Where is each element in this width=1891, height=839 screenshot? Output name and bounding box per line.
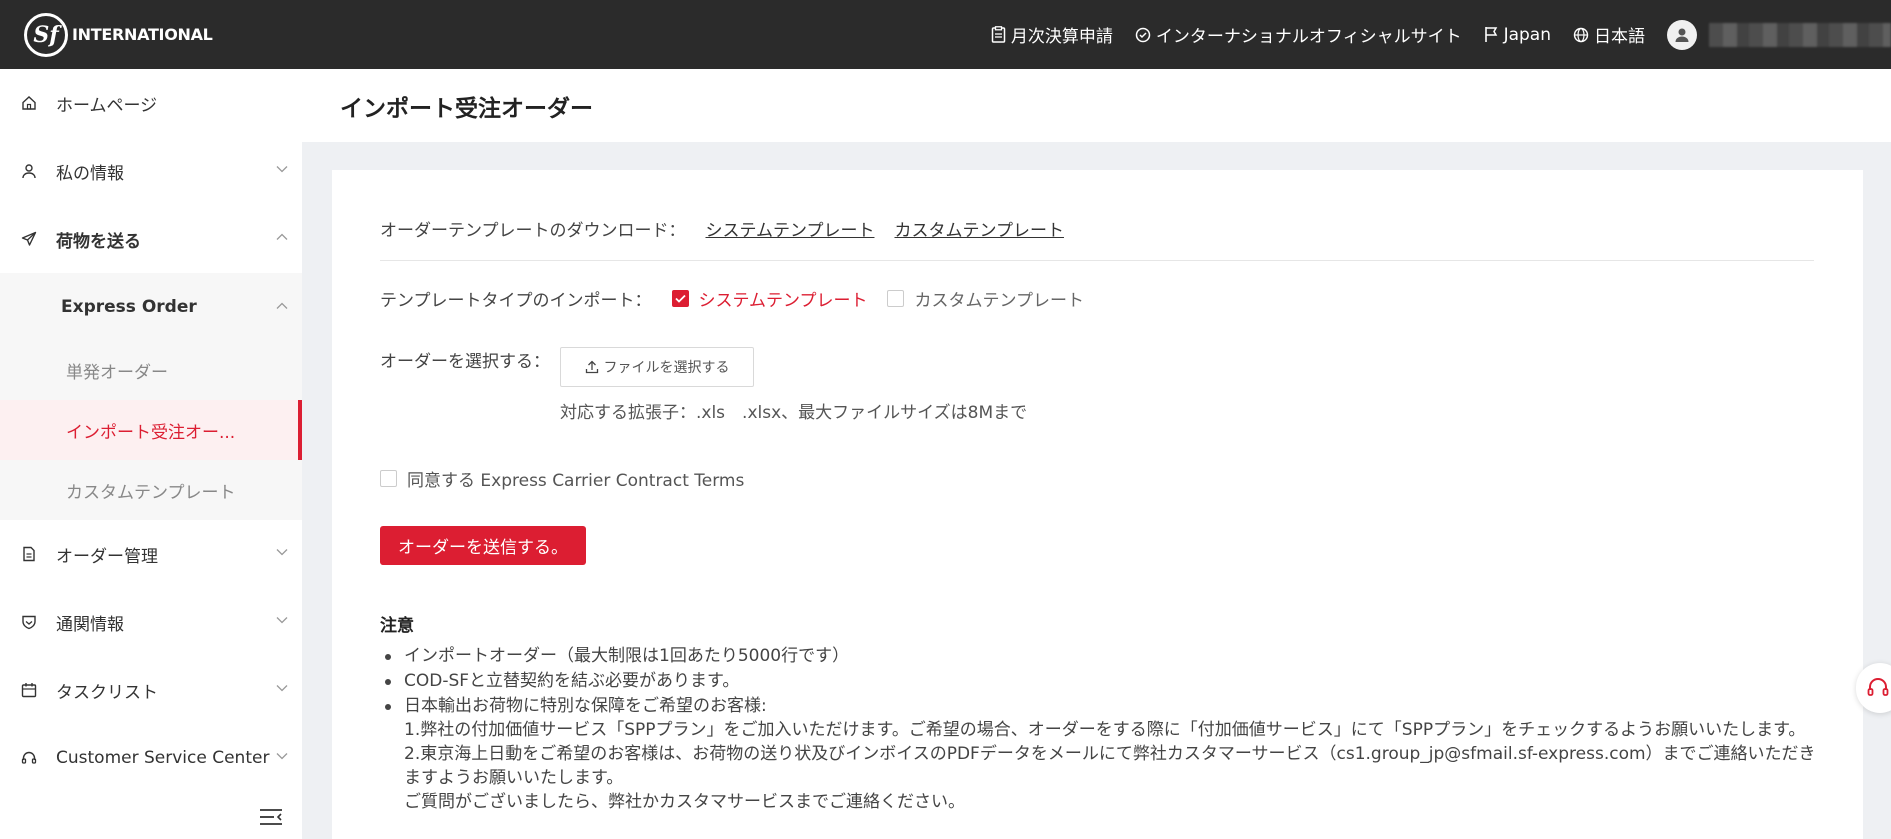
region-label: Japan [1503, 24, 1551, 45]
choose-file-label: ファイルを選択する [603, 360, 730, 376]
shield-check-icon [1135, 27, 1151, 42]
language-selector[interactable]: 日本語 [1573, 22, 1645, 47]
person-icon [20, 162, 38, 180]
sidebar-item-label: 単発オーダー [66, 362, 168, 383]
submit-order-button[interactable]: オーダーを送信する。 [380, 526, 586, 565]
language-label: 日本語 [1594, 27, 1645, 47]
note-item: インポートオーダー（最大制限は1回あたり5000行です） [380, 644, 1820, 668]
sidebar-item-express-order[interactable]: Express Order [0, 273, 302, 340]
document-icon [20, 545, 38, 563]
notes-title: 注意 [380, 616, 414, 636]
globe-icon [1573, 27, 1589, 42]
region-selector[interactable]: Japan [1484, 25, 1551, 45]
collapse-menu-icon[interactable] [258, 807, 284, 827]
top-nav: 月次決算申請 インターナショナルオフィシャルサイト Japan 日本語 [991, 0, 1891, 69]
sidebar-item-label: ホームページ [56, 95, 158, 116]
agree-terms-row[interactable]: 同意する Express Carrier Contract Terms [380, 466, 744, 491]
user-icon [1675, 28, 1689, 42]
page-title: インポート受注オーダー [302, 69, 1891, 142]
sf-logo[interactable]: Sf INTERNATIONAL [24, 12, 213, 57]
note-item: COD-SFと立替契約を結ぶ必要があります。 [380, 669, 1820, 693]
intl-site-label: インターナショナルオフィシャルサイト [1155, 27, 1462, 47]
download-custom-template-link[interactable]: カスタムテンプレート [894, 216, 1064, 241]
monthly-settlement-link[interactable]: 月次決算申請 [991, 22, 1113, 47]
clipboard-icon [991, 26, 1006, 43]
agree-terms-label: 同意する Express Carrier Contract Terms [407, 471, 745, 491]
chevron-down-icon [276, 549, 288, 556]
intl-site-link[interactable]: インターナショナルオフィシャルサイト [1135, 22, 1462, 47]
agree-terms-checkbox[interactable] [380, 470, 397, 487]
chevron-down-icon [276, 753, 288, 760]
send-icon [20, 230, 38, 248]
sidebar-item-cs-center[interactable]: Customer Service Center [0, 724, 302, 792]
chevron-down-icon [276, 685, 288, 692]
select-order-label: オーダーを選択する： [380, 352, 550, 372]
check-icon [674, 294, 686, 303]
sidebar-item-single-order[interactable]: 単発オーダー [0, 340, 302, 400]
sidebar-item-label: タスクリスト [56, 682, 158, 703]
note-text: COD-SFと立替契約を結ぶ必要があります。 [404, 671, 740, 691]
sidebar-item-home[interactable]: ホームページ [0, 69, 302, 137]
logo-text: INTERNATIONAL [72, 25, 213, 44]
sidebar-item-import-order[interactable]: インポート受注オー... [0, 400, 302, 460]
sidebar: ホームページ 私の情報 荷物を送る Express Order 単発オーダー イ… [0, 69, 302, 839]
file-extension-hint: 対応する拡張子：.xls .xlsx、最大ファイルサイズは8Mまで [560, 403, 1028, 423]
sidebar-item-send[interactable]: 荷物を送る [0, 205, 302, 273]
calendar-icon [20, 681, 38, 699]
top-bar: Sf INTERNATIONAL 月次決算申請 インターナショナルオフィシャルサ… [0, 0, 1891, 69]
note-text: ご質問がございましたら、弊社かカスタマサービスまでご連絡ください。 [404, 792, 965, 812]
sidebar-item-label: オーダー管理 [56, 546, 158, 567]
flag-icon [1484, 27, 1497, 42]
import-form-card: オーダーテンプレートのダウンロード： システムテンプレート カスタムテンプレート… [332, 170, 1863, 839]
note-text: インポートオーダー（最大制限は1回あたり5000行です） [404, 646, 850, 666]
system-template-option[interactable]: システムテンプレート [699, 286, 868, 311]
sidebar-item-label: 通関情報 [56, 614, 124, 635]
custom-template-option[interactable]: カスタムテンプレート [914, 286, 1084, 311]
sidebar-item-label: 私の情報 [56, 163, 124, 184]
chevron-up-icon [276, 233, 288, 240]
choose-file-button[interactable]: ファイルを選択する [560, 347, 754, 387]
sidebar-item-customs[interactable]: 通関情報 [0, 588, 302, 656]
custom-template-checkbox[interactable] [887, 290, 905, 307]
send-submenu: Express Order 単発オーダー インポート受注オー... カスタムテン… [0, 273, 302, 520]
note-text: 1.弊社の付加価値サービス「SPPプラン」をご加入いただけます。ご希望の場合、オ… [404, 720, 1806, 740]
template-type-label: テンプレートタイプのインポート： [380, 291, 652, 311]
divider [380, 260, 1814, 261]
monthly-label: 月次決算申請 [1010, 27, 1113, 47]
sidebar-item-custom-template[interactable]: カスタムテンプレート [0, 460, 302, 520]
sidebar-item-tasks[interactable]: タスクリスト [0, 656, 302, 724]
download-label: オーダーテンプレートのダウンロード： [380, 221, 686, 241]
template-download-row: オーダーテンプレートのダウンロード： システムテンプレート カスタムテンプレート [380, 216, 1064, 241]
user-name-redacted[interactable] [1709, 22, 1891, 47]
sidebar-item-label: カスタムテンプレート [66, 482, 236, 503]
notes-list: インポートオーダー（最大制限は1回あたり5000行です） COD-SFと立替契約… [380, 644, 1820, 815]
logo-mark: Sf [24, 12, 68, 57]
shield-icon [20, 613, 38, 631]
note-item: 日本輸出お荷物に特別な保障をご希望のお客様: 1.弊社の付加価値サービス「SPP… [380, 694, 1820, 814]
note-text: 日本輸出お荷物に特別な保障をご希望のお客様: [404, 696, 767, 716]
chevron-down-icon [276, 166, 288, 173]
template-type-row: テンプレートタイプのインポート： システムテンプレート カスタムテンプレート [380, 286, 1084, 311]
sidebar-item-label: Customer Service Center [56, 748, 270, 768]
sidebar-item-label: 荷物を送る [56, 231, 141, 252]
sidebar-item-label: Express Order [61, 296, 197, 317]
download-system-template-link[interactable]: システムテンプレート [706, 216, 875, 241]
sidebar-item-order-mgmt[interactable]: オーダー管理 [0, 520, 302, 588]
sidebar-item-my-info[interactable]: 私の情報 [0, 137, 302, 205]
sidebar-item-label: インポート受注オー... [66, 422, 236, 443]
system-template-checkbox[interactable] [671, 290, 689, 307]
headset-icon [20, 749, 38, 767]
chevron-up-icon [276, 302, 288, 309]
user-avatar[interactable] [1667, 19, 1697, 50]
select-order-row: オーダーを選択する： [380, 347, 550, 372]
headset-icon [1867, 678, 1889, 696]
home-icon [20, 94, 38, 112]
chevron-down-icon [276, 617, 288, 624]
note-text: 2.東京海上日動をご希望のお客様は、お荷物の送り状及びインボイスのPDFデータを… [404, 744, 1816, 788]
upload-icon [585, 360, 598, 374]
